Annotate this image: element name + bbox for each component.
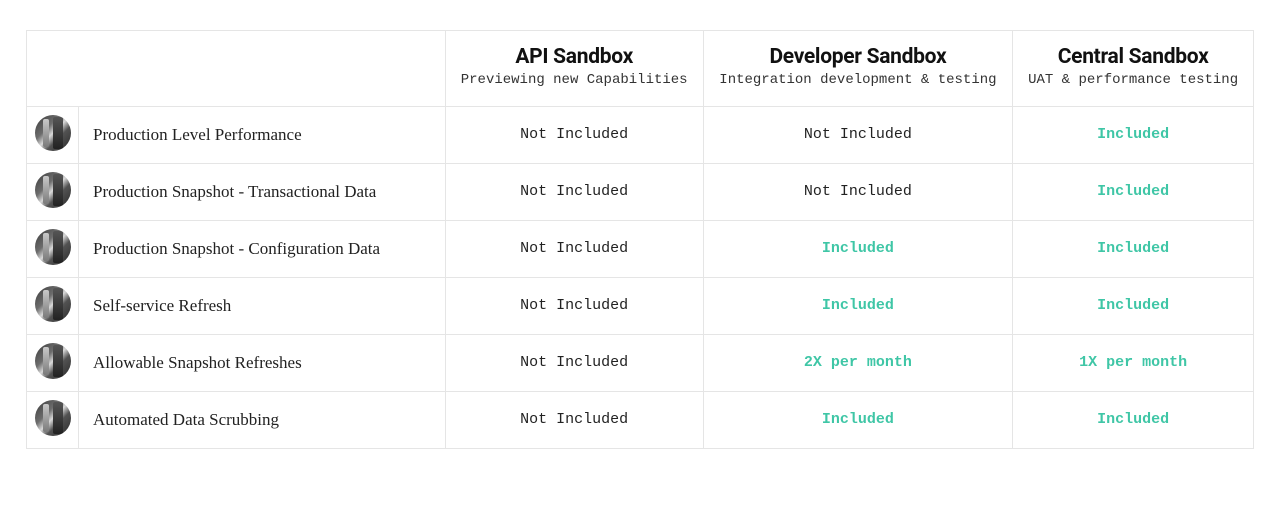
row-avatar-icon	[35, 172, 71, 208]
feature-label: Allowable Snapshot Refreshes	[79, 334, 446, 391]
row-icon-cell	[27, 163, 79, 220]
column-title: Developer Sandbox	[716, 45, 1001, 69]
included-badge: Included	[1097, 411, 1169, 428]
feature-label: Production Snapshot - Transactional Data	[79, 163, 446, 220]
table-row: Production Snapshot - Transactional Data…	[27, 163, 1254, 220]
column-header-developer-sandbox: Developer Sandbox Integration developmen…	[703, 31, 1013, 107]
feature-label: Automated Data Scrubbing	[79, 391, 446, 448]
included-badge: Included	[822, 411, 894, 428]
not-included-badge: Not Included	[804, 126, 912, 143]
value-cell: Included	[703, 391, 1013, 448]
row-avatar-icon	[35, 286, 71, 322]
column-subtitle: Previewing new Capabilities	[458, 71, 691, 90]
row-avatar-icon	[35, 115, 71, 151]
table-row: Self-service Refresh Not Included Included…	[27, 277, 1254, 334]
not-included-badge: Not Included	[520, 297, 628, 314]
row-icon-cell	[27, 391, 79, 448]
table-row: Production Snapshot - Configuration Data…	[27, 220, 1254, 277]
table-row: Allowable Snapshot Refreshes Not Included…	[27, 334, 1254, 391]
value-cell: Included	[1013, 277, 1254, 334]
column-header-api-sandbox: API Sandbox Previewing new Capabilities	[445, 31, 703, 107]
included-badge: 2X per month	[804, 354, 912, 371]
value-cell: 2X per month	[703, 334, 1013, 391]
value-cell: Not Included	[445, 277, 703, 334]
feature-label: Self-service Refresh	[79, 277, 446, 334]
table-row: Production Level Performance Not Included…	[27, 106, 1254, 163]
value-cell: Not Included	[445, 106, 703, 163]
value-cell: Included	[1013, 106, 1254, 163]
value-cell: Included	[703, 220, 1013, 277]
value-cell: Not Included	[445, 334, 703, 391]
comparison-table: API Sandbox Previewing new Capabilities …	[26, 30, 1254, 449]
table-row: Automated Data Scrubbing Not Included Incl…	[27, 391, 1254, 448]
not-included-badge: Not Included	[520, 126, 628, 143]
not-included-badge: Not Included	[520, 411, 628, 428]
value-cell: Not Included	[703, 106, 1013, 163]
value-cell: Included	[1013, 163, 1254, 220]
row-avatar-icon	[35, 229, 71, 265]
included-badge: Included	[822, 240, 894, 257]
value-cell: Not Included	[445, 220, 703, 277]
included-badge: 1X per month	[1079, 354, 1187, 371]
column-subtitle: UAT & performance testing	[1025, 71, 1241, 90]
row-avatar-icon	[35, 343, 71, 379]
not-included-badge: Not Included	[520, 240, 628, 257]
value-cell: Not Included	[703, 163, 1013, 220]
included-badge: Included	[1097, 240, 1169, 257]
column-title: API Sandbox	[458, 45, 691, 69]
column-header-central-sandbox: Central Sandbox UAT & performance testin…	[1013, 31, 1254, 107]
feature-label: Production Level Performance	[79, 106, 446, 163]
row-icon-cell	[27, 106, 79, 163]
blank-header	[27, 31, 446, 107]
value-cell: Not Included	[445, 391, 703, 448]
included-badge: Included	[1097, 126, 1169, 143]
included-badge: Included	[1097, 183, 1169, 200]
not-included-badge: Not Included	[520, 183, 628, 200]
column-title: Central Sandbox	[1025, 45, 1241, 69]
table-header-row: API Sandbox Previewing new Capabilities …	[27, 31, 1254, 107]
not-included-badge: Not Included	[520, 354, 628, 371]
row-icon-cell	[27, 334, 79, 391]
included-badge: Included	[822, 297, 894, 314]
value-cell: Included	[1013, 220, 1254, 277]
not-included-badge: Not Included	[804, 183, 912, 200]
column-subtitle: Integration development & testing	[716, 71, 1001, 90]
row-avatar-icon	[35, 400, 71, 436]
row-icon-cell	[27, 220, 79, 277]
value-cell: Included	[1013, 391, 1254, 448]
value-cell: Included	[703, 277, 1013, 334]
feature-label: Production Snapshot - Configuration Data	[79, 220, 446, 277]
row-icon-cell	[27, 277, 79, 334]
included-badge: Included	[1097, 297, 1169, 314]
value-cell: 1X per month	[1013, 334, 1254, 391]
value-cell: Not Included	[445, 163, 703, 220]
table-body: Production Level Performance Not Included…	[27, 106, 1254, 448]
